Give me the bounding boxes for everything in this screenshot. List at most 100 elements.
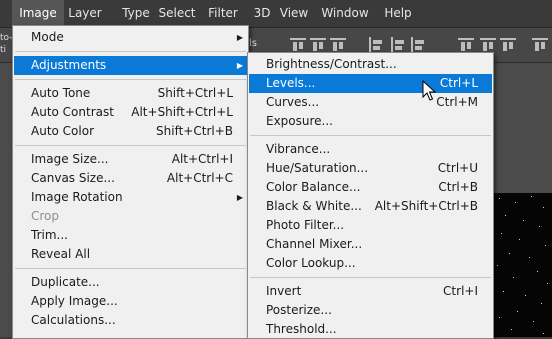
align-top-edges-icon[interactable]: [290, 37, 306, 53]
options-bar-text-1: to-: [0, 33, 12, 43]
menu-item-label: Black & White...: [266, 199, 362, 213]
menu-item-label: Calculations...: [31, 313, 116, 327]
canvas-star: [503, 291, 504, 292]
menubar-item-window[interactable]: Window: [318, 0, 372, 27]
menubar-item-filter[interactable]: Filter: [202, 0, 244, 27]
menu-item-label: Auto Contrast: [31, 105, 114, 119]
menu-item-shortcut: Ctrl+U: [437, 161, 478, 175]
align-left-edges-icon[interactable]: [368, 37, 384, 53]
menu-separator: [15, 51, 246, 52]
menubar-item-help[interactable]: Help: [378, 0, 418, 27]
adjustments-item-invert[interactable]: Invert Ctrl+I: [249, 282, 492, 301]
canvas-star: [505, 215, 506, 216]
menu-item-label: Curves...: [266, 95, 320, 109]
image-menu-item-trim[interactable]: Trim...: [14, 226, 247, 245]
distribute-left-edges-icon[interactable]: [532, 37, 548, 53]
menu-item-label: Trim...: [31, 228, 68, 242]
menu-item-shortcut: Ctrl+B: [438, 180, 478, 194]
mouse-pointer-icon: [422, 80, 436, 101]
image-menu-item-adjustments[interactable]: Adjustments ▶: [14, 56, 247, 75]
canvas-star: [509, 253, 510, 254]
menu-item-label: Brightness/Contrast...: [266, 57, 397, 71]
submenu-arrow-icon: ▶: [236, 33, 243, 42]
menu-separator: [250, 277, 491, 278]
image-menu-item-apply-image[interactable]: Apply Image...: [14, 292, 247, 311]
align-right-edges-icon[interactable]: [410, 37, 426, 53]
menu-item-label: Posterize...: [266, 303, 332, 317]
submenu-arrow-icon: ▶: [236, 193, 243, 202]
canvas-star: [533, 321, 534, 322]
canvas-star: [513, 277, 514, 278]
adjustments-item-channel-mixer[interactable]: Channel Mixer...: [249, 235, 492, 254]
image-menu-item-auto-color[interactable]: Auto Color Shift+Ctrl+B: [14, 122, 247, 141]
adjustments-item-posterize[interactable]: Posterize...: [249, 301, 492, 320]
menu-item-shortcut: Ctrl+I: [443, 284, 478, 298]
menubar-item-3d[interactable]: 3D: [252, 0, 272, 27]
menu-item-label: Adjustments: [31, 58, 107, 72]
image-menu-item-auto-tone[interactable]: Auto Tone Shift+Ctrl+L: [14, 84, 247, 103]
menubar-item-layer[interactable]: Layer: [64, 0, 106, 27]
adjustments-item-curves[interactable]: Curves... Ctrl+M: [249, 93, 492, 112]
image-menu-item-image-rotation[interactable]: Image Rotation ▶: [14, 188, 247, 207]
document-canvas[interactable]: [493, 193, 552, 337]
adjustments-item-color-lookup[interactable]: Color Lookup...: [249, 254, 492, 273]
image-menu-item-mode[interactable]: Mode ▶: [14, 28, 247, 47]
canvas-star: [531, 196, 532, 197]
image-menu-item-duplicate[interactable]: Duplicate...: [14, 273, 247, 292]
image-menu-item-auto-contrast[interactable]: Auto Contrast Alt+Shift+Ctrl+L: [14, 103, 247, 122]
canvas-star: [497, 265, 498, 266]
canvas-star: [543, 207, 544, 208]
adjustments-item-black-and-white[interactable]: Black & White... Alt+Shift+Ctrl+B: [249, 197, 492, 216]
menubar-item-select[interactable]: Select: [152, 0, 202, 27]
canvas-star: [515, 202, 516, 203]
canvas-star: [541, 303, 542, 304]
menu-item-label: Image Rotation: [31, 190, 123, 204]
align-vertical-centers-icon[interactable]: [310, 37, 326, 53]
menu-item-label: Channel Mixer...: [266, 237, 363, 251]
adjustments-item-levels[interactable]: Levels... Ctrl+L: [249, 74, 492, 93]
canvas-star: [547, 283, 548, 284]
menubar-item-view[interactable]: View: [276, 0, 312, 27]
image-menu: Mode ▶ Adjustments ▶ Auto Tone Shift+Ctrl+L Au…: [12, 25, 249, 339]
menu-item-label: Color Lookup...: [266, 256, 356, 270]
menu-item-label: Invert: [266, 284, 302, 298]
adjustments-item-vibrance[interactable]: Vibrance...: [249, 140, 492, 159]
adjustments-item-threshold[interactable]: Threshold...: [249, 320, 492, 339]
menu-item-shortcut: Ctrl+M: [436, 95, 478, 109]
adjustments-item-brightness-contrast[interactable]: Brightness/Contrast...: [249, 55, 492, 74]
menu-item-shortcut: Shift+Ctrl+L: [157, 86, 233, 100]
menu-item-label: Canvas Size...: [31, 171, 115, 185]
distribute-bottom-edges-icon[interactable]: [500, 37, 516, 53]
align-bottom-edges-icon[interactable]: [330, 37, 346, 53]
adjustments-item-photo-filter[interactable]: Photo Filter...: [249, 216, 492, 235]
canvas-star: [525, 295, 526, 296]
adjustments-submenu: Brightness/Contrast... Levels... Ctrl+L Cur…: [247, 52, 494, 339]
adjustments-item-hue-saturation[interactable]: Hue/Saturation... Ctrl+U: [249, 159, 492, 178]
canvas-star: [499, 198, 500, 199]
menu-separator: [15, 145, 246, 146]
menu-item-shortcut: Alt+Ctrl+I: [171, 152, 233, 166]
canvas-star: [501, 233, 502, 234]
menu-item-shortcut: Alt+Shift+Ctrl+L: [131, 105, 233, 119]
menu-item-label: Vibrance...: [266, 142, 331, 156]
image-menu-item-crop[interactable]: Crop: [14, 207, 247, 226]
distribute-vertical-centers-icon[interactable]: [480, 37, 496, 53]
menu-item-shortcut: Alt+Shift+Ctrl+B: [374, 199, 478, 213]
canvas-star: [517, 311, 518, 312]
canvas-star: [537, 271, 538, 272]
canvas-star: [545, 245, 546, 246]
image-menu-item-calculations[interactable]: Calculations...: [14, 311, 247, 330]
menubar-item-ps[interactable]: Ps: [0, 0, 12, 27]
image-menu-item-reveal-all[interactable]: Reveal All: [14, 245, 247, 264]
align-horizontal-centers-icon[interactable]: [390, 37, 406, 53]
menubar-item-image[interactable]: Image: [12, 0, 64, 27]
image-menu-item-canvas-size[interactable]: Canvas Size... Alt+Ctrl+C: [14, 169, 247, 188]
canvas-star: [519, 239, 520, 240]
menubar-item-type[interactable]: Type: [120, 0, 152, 27]
menu-item-label: Image Size...: [31, 152, 109, 166]
image-menu-item-image-size[interactable]: Image Size... Alt+Ctrl+I: [14, 150, 247, 169]
adjustments-item-exposure[interactable]: Exposure...: [249, 112, 492, 131]
menu-item-shortcut: Ctrl+L: [439, 76, 478, 90]
distribute-top-edges-icon[interactable]: [458, 37, 474, 53]
adjustments-item-color-balance[interactable]: Color Balance... Ctrl+B: [249, 178, 492, 197]
